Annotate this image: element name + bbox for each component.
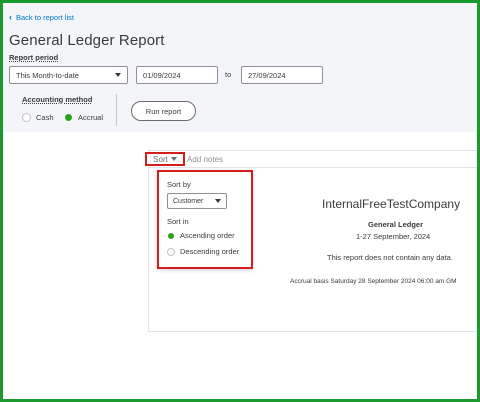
sort-popup: Sort by Customer Sort in Ascending order… [157, 170, 253, 269]
caret-down-icon [170, 157, 177, 161]
no-data-message: This report does not contain any data. [327, 253, 453, 262]
method-accrual-radio[interactable]: Accrual [64, 113, 103, 122]
report-period-label: Report period [9, 53, 59, 62]
sort-ascending-radio[interactable]: Ascending order [167, 231, 235, 240]
radio-unselected-icon [22, 113, 31, 122]
back-to-report-list-link[interactable]: ‹ Back to report list [9, 12, 74, 23]
filter-divider [116, 94, 117, 126]
chevron-left-icon: ‹ [9, 12, 12, 22]
company-name: InternalFreeTestCompany [322, 197, 461, 211]
toolbar-divider [148, 167, 478, 168]
method-cash-radio[interactable]: Cash [22, 113, 54, 122]
sort-by-select[interactable]: Customer [167, 193, 227, 209]
sort-in-label: Sort in [167, 217, 189, 226]
to-label: to [225, 70, 232, 79]
report-basis-footer: Accrual basis Saturday 28 September 2024… [290, 278, 457, 285]
accounting-method-label: Accounting method [22, 95, 93, 104]
back-link-label: Back to report list [16, 13, 74, 22]
sort-label: Sort [153, 154, 168, 164]
sort-by-label: Sort by [167, 180, 191, 189]
report-period-value: This Month-to-date [16, 70, 79, 80]
sort-descending-radio[interactable]: Descending order [167, 247, 239, 256]
sort-ascending-label: Ascending order [180, 231, 235, 240]
chevron-down-icon [115, 73, 121, 77]
radio-unselected-icon [167, 247, 175, 256]
date-to-input[interactable]: 27/09/2024 [241, 66, 323, 84]
report-dates: 1-27 September, 2024 [356, 232, 431, 241]
sort-descending-label: Descending order [180, 247, 240, 256]
add-notes-link[interactable]: Add notes [187, 155, 223, 164]
radio-selected-icon [167, 231, 175, 240]
report-name: General Ledger [368, 220, 424, 229]
radio-selected-icon [64, 113, 73, 122]
sort-button[interactable]: Sort [145, 152, 185, 166]
date-from-input[interactable]: 01/09/2024 [136, 66, 218, 84]
method-cash-label: Cash [36, 113, 54, 122]
report-period-select[interactable]: This Month-to-date [9, 66, 128, 84]
chevron-down-icon [215, 199, 221, 203]
sort-by-value: Customer [173, 197, 204, 205]
method-accrual-label: Accrual [78, 113, 104, 122]
run-report-button[interactable]: Run report [131, 101, 196, 121]
page-title: General Ledger Report [9, 32, 165, 49]
